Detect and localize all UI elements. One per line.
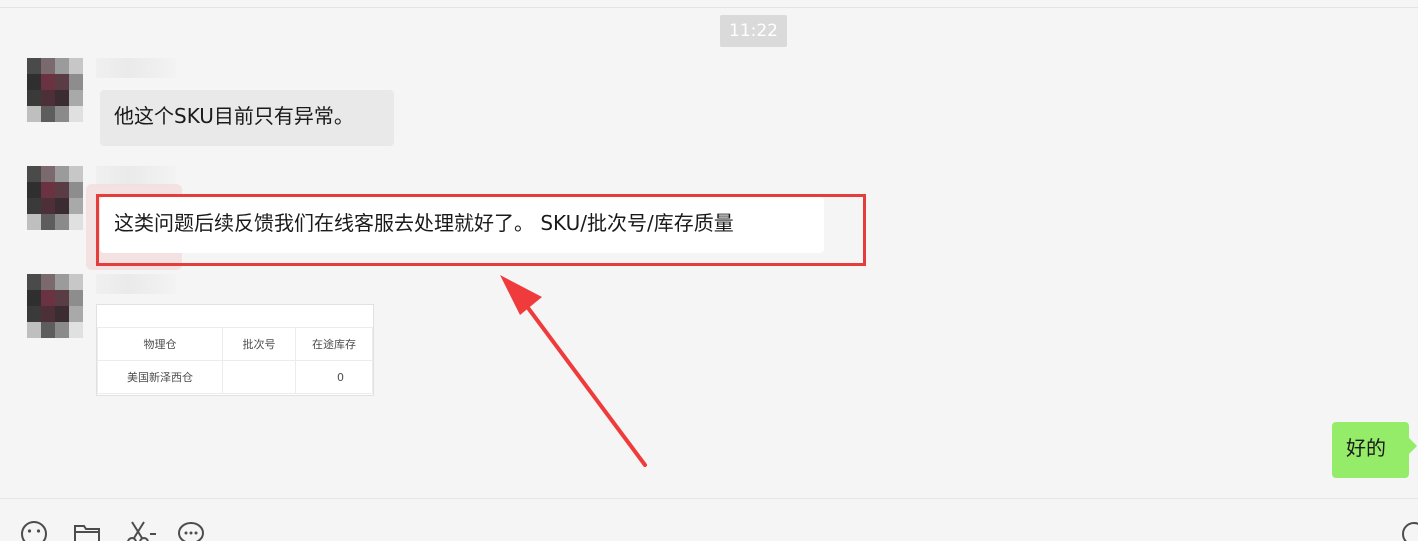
sender-name-redacted [96,274,176,294]
table-header-cell: 批次号 [222,327,296,361]
image-message[interactable]: 物理仓 批次号 在途库存 美国新泽西仓 0 [96,304,374,396]
chat-bubble-icon[interactable] [177,520,205,541]
message-bubble[interactable]: 他这个SKU目前只有异常。 [100,90,394,146]
timestamp: 11:22 [720,15,787,47]
emoji-icon[interactable] [20,520,48,541]
table-header-row: 物理仓 批次号 在途库存 [97,327,373,361]
table-cell [222,360,296,394]
table-header-cell: 在途库存 [295,327,373,361]
message-bubble-outgoing[interactable]: 好的 [1332,422,1417,478]
search-icon[interactable] [1400,520,1418,541]
scissors-icon[interactable] [122,520,156,541]
message-text: 好的 [1346,436,1386,460]
input-divider [0,498,1418,499]
avatar[interactable] [27,58,85,122]
annotation-arrow [500,275,647,467]
avatar[interactable] [27,274,85,338]
table-row: 美国新泽西仓 0 [97,360,373,394]
table-cell: 美国新泽西仓 [97,360,223,394]
avatar[interactable] [27,166,85,230]
inventory-table: 物理仓 批次号 在途库存 美国新泽西仓 0 [97,327,373,394]
top-divider [0,7,1418,8]
chat-window: 11:22 他这个SKU目前只有异常。 这类问题后续反馈我们在线客服去处理就好了… [0,0,1418,541]
annotation-highlight-box [96,194,866,266]
sender-name-redacted [96,166,176,186]
folder-icon[interactable] [73,520,101,541]
table-cell: 0 [295,360,373,394]
message-text: 他这个SKU目前只有异常。 [114,104,354,128]
table-header-cell: 物理仓 [97,327,223,361]
sender-name-redacted [96,58,176,78]
